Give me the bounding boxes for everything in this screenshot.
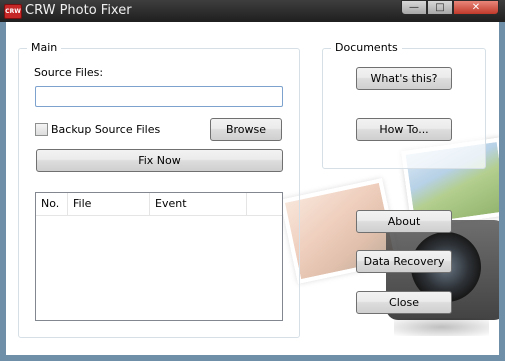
window-close-button[interactable]: ✕: [453, 0, 499, 15]
fix-now-button[interactable]: Fix Now: [36, 149, 283, 172]
app-window: CRW CRW Photo Fixer — □ ✕ Main Source Fi…: [0, 0, 505, 361]
source-files-label: Source Files:: [34, 66, 104, 79]
results-list-body[interactable]: [36, 216, 282, 320]
whats-this-button[interactable]: What's this?: [356, 67, 452, 90]
column-header-file[interactable]: File: [68, 193, 150, 215]
main-group-label: Main: [27, 41, 62, 54]
column-header-event[interactable]: Event: [150, 193, 247, 215]
maximize-button[interactable]: □: [427, 0, 453, 15]
results-list[interactable]: No. File Event: [35, 192, 283, 321]
backup-source-files-checkbox[interactable]: [35, 123, 48, 136]
about-button[interactable]: About: [356, 210, 452, 233]
how-to-button[interactable]: How To...: [356, 118, 452, 141]
minimize-button[interactable]: —: [401, 0, 427, 15]
data-recovery-button[interactable]: Data Recovery: [356, 250, 452, 273]
camera-shadow: [394, 318, 489, 336]
documents-group-label: Documents: [331, 41, 402, 54]
source-files-input[interactable]: [35, 86, 283, 107]
results-list-header: No. File Event: [36, 193, 282, 216]
window-title: CRW Photo Fixer: [25, 3, 132, 18]
column-header-blank[interactable]: [247, 193, 282, 215]
client-area: Main Source Files: Backup Source Files B…: [6, 22, 499, 355]
close-button[interactable]: Close: [356, 291, 452, 314]
column-header-no[interactable]: No.: [36, 193, 68, 215]
backup-source-files-label[interactable]: Backup Source Files: [51, 123, 160, 136]
title-bar[interactable]: CRW CRW Photo Fixer — □ ✕: [0, 0, 505, 22]
app-logo-icon: CRW: [4, 4, 22, 19]
browse-button[interactable]: Browse: [210, 118, 282, 141]
